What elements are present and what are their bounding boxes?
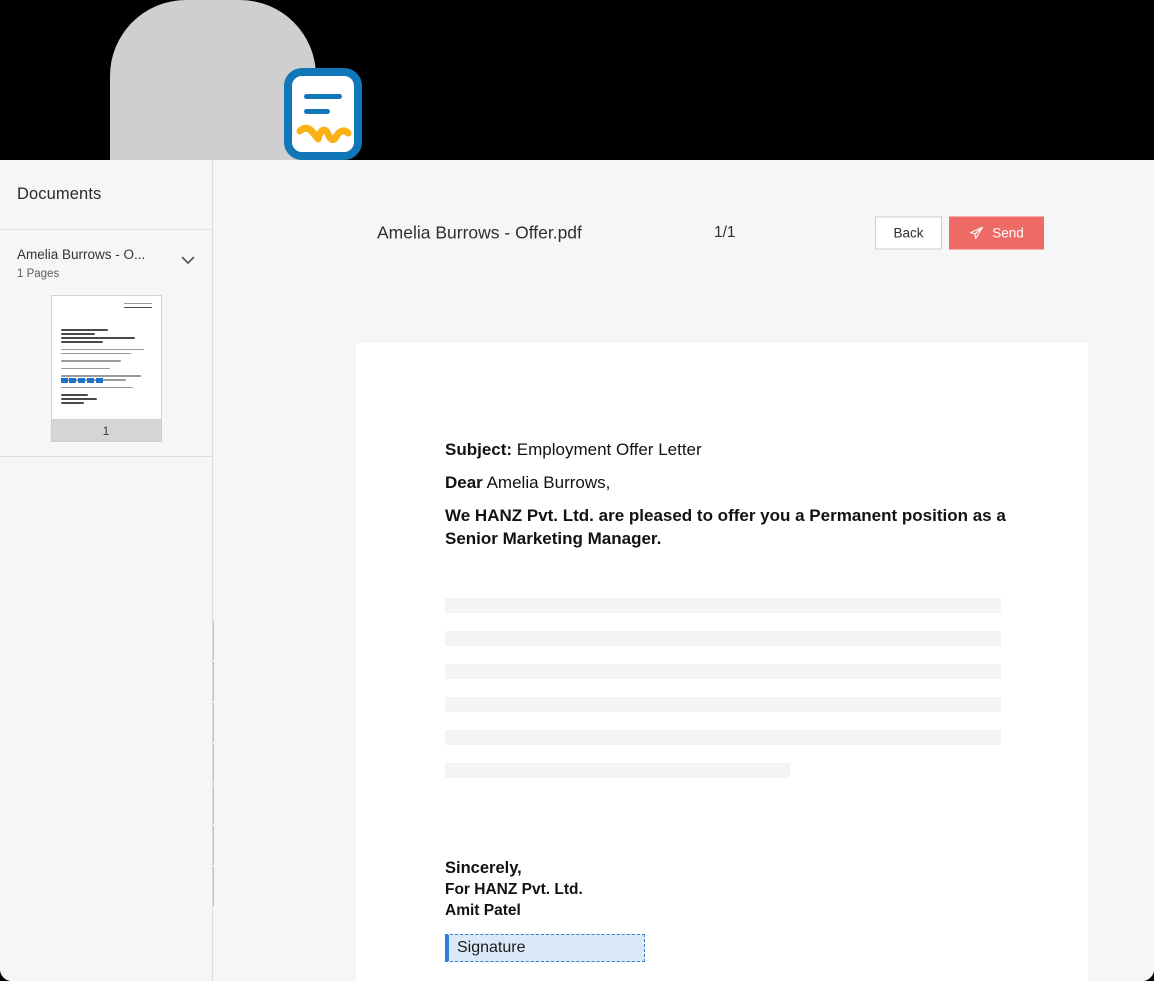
subject-label: Subject:	[445, 440, 513, 459]
sidebar-document-item[interactable]: Amelia Burrows - O... 1 Pages	[0, 230, 212, 285]
sidebar-header: Documents	[0, 160, 212, 230]
app-window: Documents Amelia Burrows - O... 1 Pages	[0, 160, 1154, 981]
document-group: Amelia Burrows - O... 1 Pages 1	[0, 230, 212, 457]
document-item-text: Amelia Burrows - O... 1 Pages	[17, 246, 178, 281]
salutation-label: Dear	[445, 473, 483, 492]
document-text-block: Subject: Employment Offer Letter Dear Am…	[445, 438, 1036, 550]
document-salutation-line: Dear Amelia Burrows,	[445, 471, 1036, 494]
thumbnail-lines	[60, 329, 152, 405]
app-screen: Documents Amelia Burrows - O... 1 Pages	[0, 0, 1154, 981]
signature-field[interactable]: Signature	[445, 934, 645, 962]
page-thumbnail-preview[interactable]	[50, 295, 162, 420]
thumbnail-page-number: 1	[50, 420, 162, 442]
page-thumbnail[interactable]: 1	[50, 295, 162, 442]
signature-field-label: Signature	[457, 939, 526, 956]
document-item-name: Amelia Burrows - O...	[17, 247, 146, 262]
page-title: Amelia Burrows - Offer.pdf	[377, 222, 582, 243]
paper-plane-icon	[969, 226, 984, 241]
chevron-down-icon[interactable]	[178, 250, 198, 270]
subject-value: Employment Offer Letter	[512, 440, 702, 459]
placeholder-bar	[445, 697, 1001, 712]
header-actions: Back Send	[875, 216, 1044, 250]
company-line: For HANZ Pvt. Ltd.	[445, 881, 583, 898]
document-item-pages: 1 Pages	[17, 268, 60, 280]
placeholder-bar	[445, 763, 790, 778]
placeholder-bar	[445, 664, 1001, 679]
placeholder-bar	[445, 631, 1001, 646]
placeholder-bar	[445, 598, 1001, 613]
page-indicator: 1/1	[714, 224, 736, 241]
placeholder-bar	[445, 730, 1001, 745]
thumbnail-content	[52, 296, 161, 419]
send-button-label: Send	[992, 225, 1024, 241]
thumbnail-field-chips	[60, 378, 103, 383]
document-signature-icon	[284, 68, 362, 160]
sidebar: Documents Amelia Burrows - O... 1 Pages	[0, 160, 213, 981]
document-subject-line: Subject: Employment Offer Letter	[445, 438, 1036, 461]
sidebar-title: Documents	[17, 185, 102, 203]
viewer-header: Amelia Burrows - Offer.pdf 1/1 Back Send	[214, 160, 1154, 281]
salutation-value: Amelia Burrows,	[482, 473, 611, 492]
send-button[interactable]: Send	[949, 216, 1044, 250]
document-viewer: Amelia Burrows - Offer.pdf 1/1 Back Send	[214, 160, 1154, 981]
app-icon-plate	[110, 0, 362, 162]
back-button[interactable]: Back	[875, 216, 942, 250]
viewer-right-gutter	[1150, 160, 1154, 981]
document-page: Subject: Employment Offer Letter Dear Am…	[356, 343, 1088, 981]
signer-name: Amit Patel	[445, 902, 521, 919]
thumbnail-letterhead	[123, 303, 152, 311]
document-placeholder-bars	[445, 598, 1001, 796]
document-body-paragraph: We HANZ Pvt. Ltd. are pleased to offer y…	[445, 506, 1006, 548]
document-signoff: Sincerely, For HANZ Pvt. Ltd. Amit Patel	[445, 857, 583, 921]
closing-line: Sincerely,	[445, 859, 522, 877]
